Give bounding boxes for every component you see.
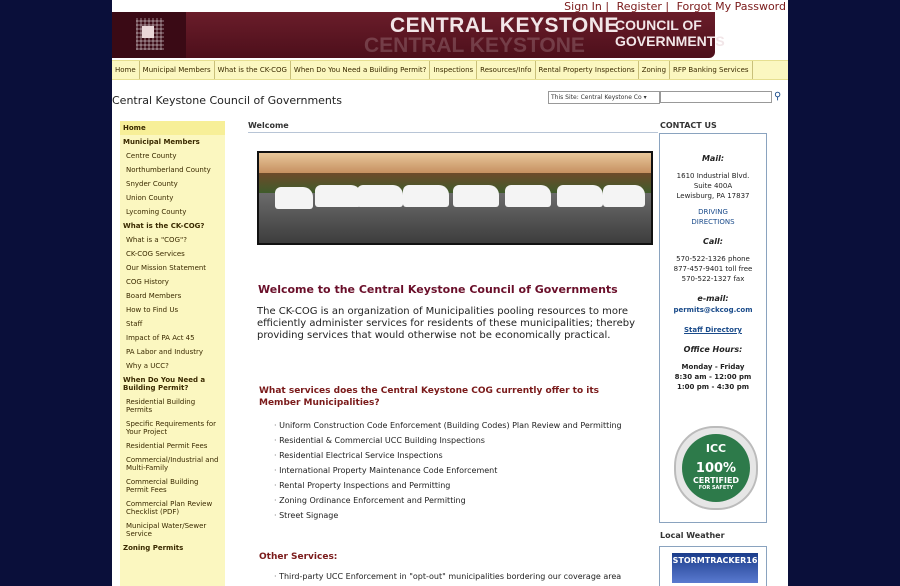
search-icon[interactable]: ⚲ <box>774 91 781 102</box>
vehicle <box>275 187 313 209</box>
leftnav-item[interactable]: Impact of PA Act 45 <box>120 331 225 345</box>
leftnav-section-heading[interactable]: When Do You Need a Building Permit? <box>120 373 225 395</box>
leftnav-item[interactable]: Commercial Plan Review Checklist (PDF) <box>120 497 225 519</box>
vehicle <box>357 185 403 207</box>
welcome-section-label: Welcome <box>248 121 658 133</box>
search-scope-select[interactable]: This Site: Central Keystone Co ▾ <box>548 91 660 104</box>
nav-item[interactable]: Rental Property Inspections <box>536 61 639 79</box>
weather-heading: Local Weather <box>660 531 725 540</box>
left-nav: Home Municipal Members Centre County Northu… <box>120 121 225 586</box>
logo <box>112 12 186 58</box>
weather-widget[interactable]: STORMTRACKER16 <box>659 546 767 586</box>
leftnav-section-heading[interactable]: Zoning Permits <box>120 541 225 555</box>
leftnav-item[interactable]: Why a UCC? <box>120 359 225 373</box>
leftnav-item[interactable]: Specific Requirements for Your Project <box>120 417 225 439</box>
site-title: Central Keystone Council of Governments <box>112 94 342 107</box>
search-input[interactable] <box>660 91 772 103</box>
nav-item[interactable]: When Do You Need a Building Permit? <box>291 61 431 79</box>
services-heading: What services does the Central Keystone … <box>259 386 600 408</box>
icc-certified-badge: ICC 100% CERTIFIED FOR SAFETY <box>674 426 758 510</box>
other-services-list: Third-party UCC Enforcement in "opt-out"… <box>274 572 621 581</box>
contact-heading: CONTACT US <box>660 121 717 130</box>
services-list: Uniform Construction Code Enforcement (B… <box>274 418 622 523</box>
leftnav-item[interactable]: Snyder County <box>120 177 225 191</box>
staff-directory-link[interactable]: Staff Directory <box>660 325 766 335</box>
banner-subtitle: COUNCIL OF GOVERNMENTS <box>615 17 725 49</box>
nav-item[interactable]: Inspections <box>430 61 478 79</box>
service-item: Residential Electrical Service Inspectio… <box>274 448 622 463</box>
email-label: e-mail: <box>697 294 729 303</box>
leftnav-item[interactable]: Centre County <box>120 149 225 163</box>
leftnav-item[interactable]: Municipal Water/Sewer Service <box>120 519 225 541</box>
contact-box: Mail: 1610 Industrial Blvd. Suite 400A L… <box>659 133 767 523</box>
top-nav: Home Municipal Members What is the CK-COG W… <box>112 60 788 80</box>
nav-item[interactable]: Zoning <box>639 61 671 79</box>
mail-label: Mail: <box>701 154 725 163</box>
hero-photo <box>257 151 653 245</box>
driving-directions-link[interactable]: DRIVING DIRECTIONS <box>660 207 766 227</box>
site-banner[interactable]: CENTRAL KEYSTONE CENTRAL KEYSTONE COUNCI… <box>112 12 725 58</box>
leftnav-item[interactable]: How to Find Us <box>120 303 225 317</box>
leftnav-item[interactable]: Board Members <box>120 289 225 303</box>
address: 1610 Industrial Blvd. Suite 400A Lewisbu… <box>676 172 750 200</box>
leftnav-item[interactable]: Union County <box>120 191 225 205</box>
stormtracker-logo: STORMTRACKER16 <box>672 553 758 583</box>
leftnav-item[interactable]: Our Mission Statement <box>120 261 225 275</box>
leftnav-item[interactable]: Commercial Building Permit Fees <box>120 475 225 497</box>
leftnav-item[interactable]: Northumberland County <box>120 163 225 177</box>
leftnav-item[interactable]: CK-COG Services <box>120 247 225 261</box>
service-item: Zoning Ordinance Enforcement and Permitt… <box>274 493 622 508</box>
vehicle <box>557 185 603 207</box>
service-item: Street Signage <box>274 508 622 523</box>
call-label: Call: <box>703 237 723 246</box>
leftnav-item[interactable]: Home <box>120 121 225 135</box>
leftnav-item[interactable]: Commercial/Industrial and Multi-Family <box>120 453 225 475</box>
leftnav-section-heading[interactable]: Municipal Members <box>120 135 225 149</box>
vehicle <box>603 185 645 207</box>
logo-mark-icon <box>142 26 154 38</box>
leftnav-item[interactable]: COG History <box>120 275 225 289</box>
leftnav-item[interactable]: Lycoming County <box>120 205 225 219</box>
office-hours-label: Office Hours: <box>683 345 743 354</box>
nav-item[interactable]: Municipal Members <box>140 61 215 79</box>
phone-numbers: 570-522-1326 phone 877-457-9401 toll fre… <box>673 255 753 283</box>
other-service-item: Third-party UCC Enforcement in "opt-out"… <box>274 572 621 581</box>
email-link[interactable]: permits@ckcog.com <box>660 305 766 315</box>
nav-item[interactable]: Home <box>112 61 140 79</box>
leftnav-section-heading[interactable]: What is the CK-COG? <box>120 219 225 233</box>
leftnav-item[interactable]: What is a "COG"? <box>120 233 225 247</box>
intro-paragraph: The CK-COG is an organization of Municip… <box>257 306 635 341</box>
service-item: Residential & Commercial UCC Building In… <box>274 433 622 448</box>
service-item: Rental Property Inspections and Permitti… <box>274 478 622 493</box>
leftnav-item[interactable]: Residential Building Permits <box>120 395 225 417</box>
page-heading: Welcome to the Central Keystone Council … <box>258 283 618 296</box>
vehicle <box>453 185 499 207</box>
leftnav-item[interactable]: Residential Permit Fees <box>120 439 225 453</box>
vehicle <box>315 185 361 207</box>
leftnav-item[interactable]: PA Labor and Industry <box>120 345 225 359</box>
nav-item[interactable]: Resources/Info <box>477 61 536 79</box>
vehicle <box>403 185 449 207</box>
service-item: International Property Maintenance Code … <box>274 463 622 478</box>
page: Sign In | Register | Forgot My Password … <box>112 0 788 586</box>
service-item: Uniform Construction Code Enforcement (B… <box>274 418 622 433</box>
other-services-heading: Other Services: <box>259 552 338 562</box>
vehicle <box>505 185 551 207</box>
nav-item[interactable]: What is the CK-COG <box>215 61 291 79</box>
banner-title-reflection: CENTRAL KEYSTONE <box>364 34 585 57</box>
nav-item[interactable]: RFP Banking Services <box>670 61 753 79</box>
office-hours: Monday - Friday 8:30 am - 12:00 pm 1:00 … <box>674 363 752 391</box>
leftnav-item[interactable]: Staff <box>120 317 225 331</box>
